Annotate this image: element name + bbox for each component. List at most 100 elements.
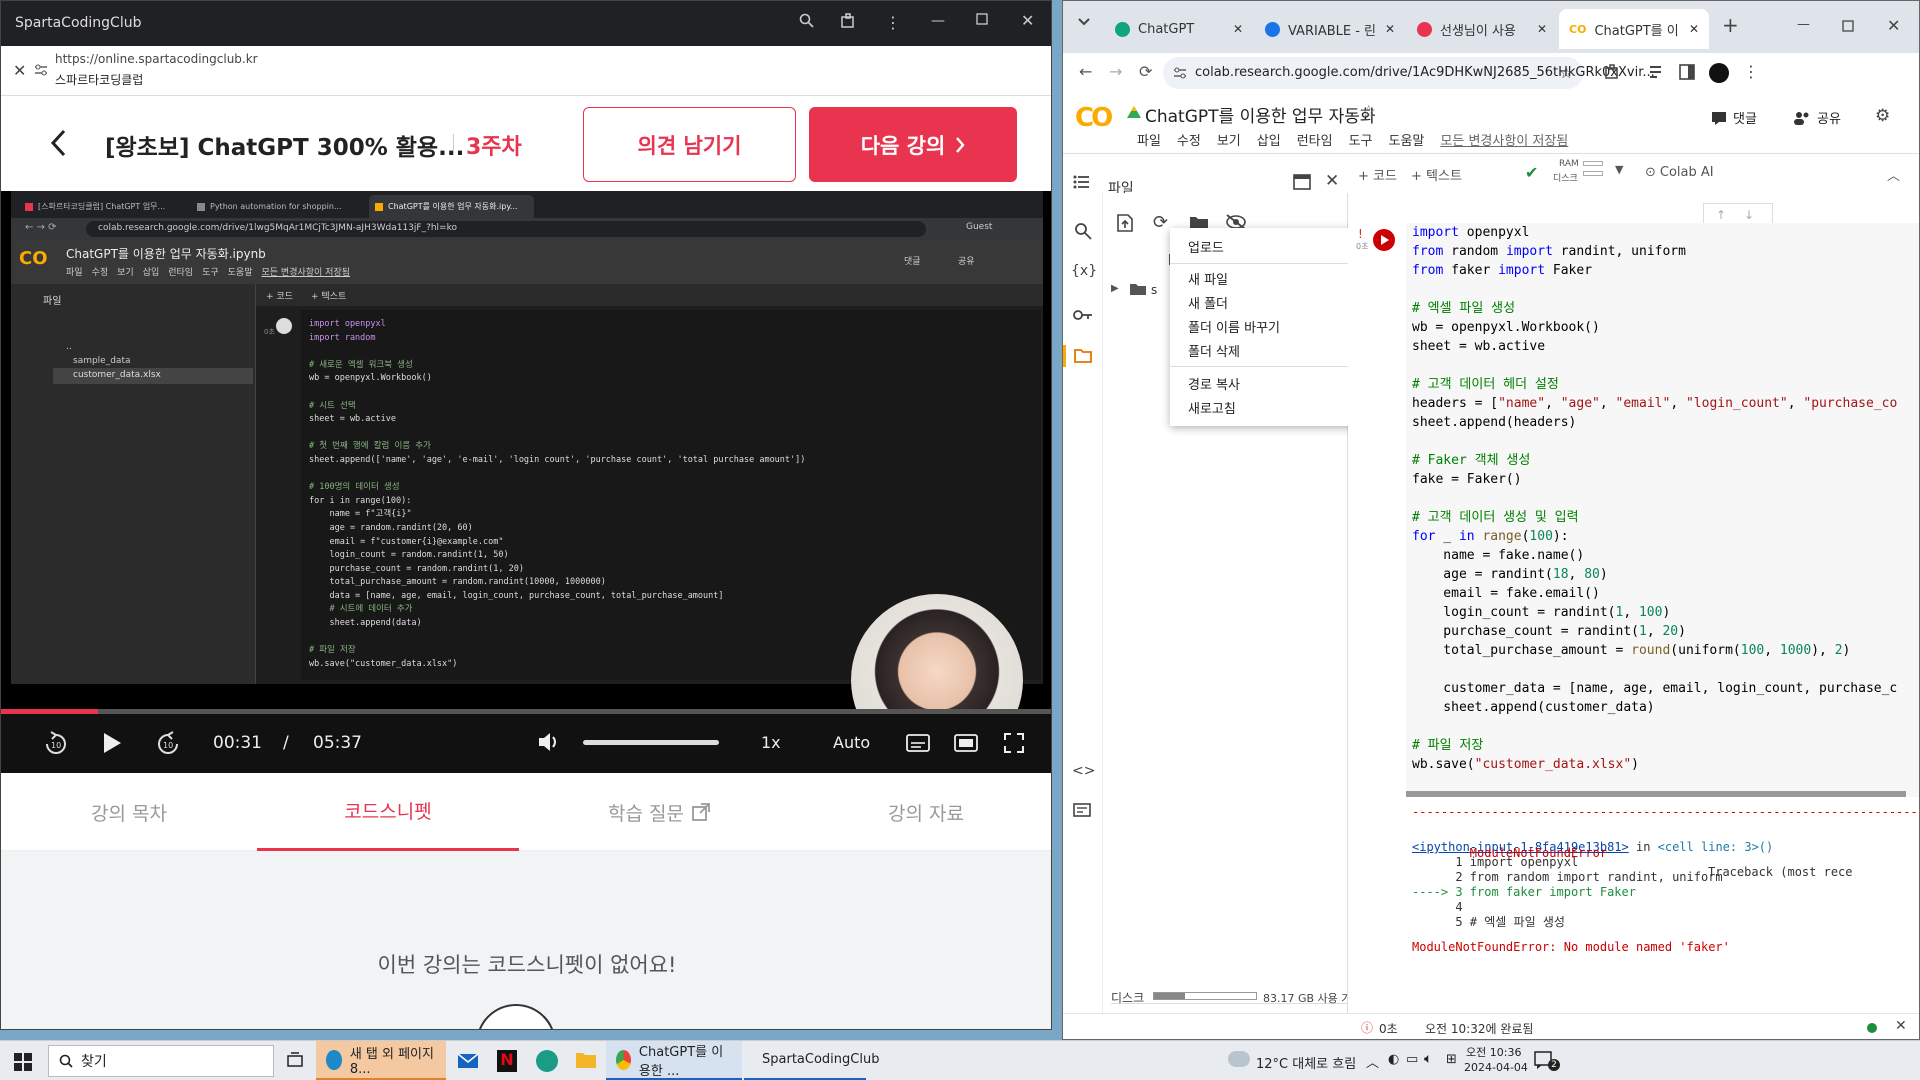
- close-tab-icon[interactable]: ✕: [1537, 22, 1547, 36]
- menu-refresh[interactable]: 새로고침: [1170, 395, 1360, 419]
- saved-status[interactable]: 모든 변경사항이 저장됨: [1440, 130, 1568, 149]
- horizontal-scrollbar[interactable]: [1406, 791, 1906, 797]
- comment-button[interactable]: 댓글: [1711, 108, 1757, 127]
- close-app-icon[interactable]: ✕: [13, 61, 26, 80]
- speaker-icon[interactable]: 🔈︎: [1424, 1051, 1432, 1067]
- close-status-icon[interactable]: ✕: [1895, 1018, 1907, 1034]
- notebook-title[interactable]: ChatGPT를 이용한 업무 자동화: [1145, 102, 1376, 127]
- zoom-icon[interactable]: [799, 13, 815, 29]
- browser-tab[interactable]: 선생님이 사용 ✕: [1407, 9, 1557, 49]
- forward-10-icon[interactable]: 10: [155, 731, 181, 757]
- clock-time[interactable]: 오전 10:36: [1466, 1044, 1521, 1060]
- settings-gear-icon[interactable]: ⚙: [1875, 106, 1890, 126]
- forward-icon[interactable]: →: [1109, 62, 1122, 81]
- add-text-button[interactable]: + 텍스트: [1411, 165, 1462, 184]
- taskbar-chrome-app[interactable]: ChatGPT를 이용한 ...: [606, 1041, 742, 1080]
- menu-insert[interactable]: 삽입: [1257, 130, 1281, 149]
- tab-questions[interactable]: 학습 질문: [519, 773, 799, 851]
- close-tab-icon[interactable]: ✕: [1385, 22, 1395, 36]
- extension-icon[interactable]: [839, 12, 857, 30]
- menu-upload[interactable]: 업로드: [1170, 232, 1360, 261]
- maximize-icon[interactable]: [1842, 20, 1854, 32]
- tray-chevron-icon[interactable]: ︿: [1366, 1052, 1379, 1071]
- close-icon[interactable]: ✕: [1887, 16, 1900, 35]
- close-tab-icon[interactable]: ✕: [1689, 22, 1699, 36]
- more-menu-icon[interactable]: ⋮: [885, 13, 901, 32]
- taskbar-edge-app[interactable]: 새 탭 외 페이지 8...: [316, 1041, 446, 1080]
- tree-folder-label[interactable]: s: [1151, 283, 1157, 297]
- volume-slider[interactable]: [583, 740, 719, 745]
- feedback-button[interactable]: 의견 남기기: [583, 107, 796, 182]
- code-snippets-icon[interactable]: <>: [1072, 763, 1095, 779]
- tab-table-of-contents[interactable]: 강의 목차: [1, 773, 257, 851]
- run-cell-button[interactable]: [1373, 229, 1395, 251]
- menu-tools[interactable]: 도구: [1349, 130, 1373, 149]
- secrets-key-icon[interactable]: [1073, 309, 1093, 321]
- maximize-icon[interactable]: [976, 13, 988, 25]
- refresh-icon[interactable]: ⟳: [1153, 212, 1168, 233]
- tray-app-icon[interactable]: ◐: [1388, 1052, 1399, 1067]
- back-arrow-icon[interactable]: [49, 128, 67, 158]
- close-panel-icon[interactable]: ✕: [1325, 171, 1339, 191]
- task-view-icon[interactable]: [286, 1052, 304, 1070]
- search-icon[interactable]: [1074, 222, 1092, 240]
- windows-start-icon[interactable]: [14, 1053, 32, 1071]
- minimize-icon[interactable]: —: [1797, 17, 1810, 32]
- share-button[interactable]: 공유: [1793, 108, 1841, 127]
- netflix-icon[interactable]: N: [497, 1050, 517, 1072]
- weather-text[interactable]: 12°C 대체로 흐림: [1256, 1053, 1356, 1072]
- chrome-menu-icon[interactable]: ⋮: [1743, 62, 1759, 81]
- taskbar-search[interactable]: 찾기: [48, 1045, 274, 1077]
- menu-help[interactable]: 도움말: [1389, 130, 1425, 149]
- reload-icon[interactable]: ⟳: [1139, 62, 1152, 81]
- star-icon[interactable]: ☆: [1361, 102, 1376, 122]
- site-info-icon[interactable]: [1173, 66, 1187, 80]
- play-icon[interactable]: [101, 731, 123, 755]
- fullscreen-icon[interactable]: [1004, 733, 1024, 753]
- network-icon[interactable]: ▭: [1406, 1052, 1418, 1067]
- files-folder-icon[interactable]: [1074, 348, 1092, 363]
- next-lecture-button[interactable]: 다음 강의: [809, 107, 1017, 182]
- taskbar-sparta-app[interactable]: SpartaCodingClub: [744, 1041, 879, 1080]
- video-player[interactable]: [스파르타코딩클럽] ChatGPT 업무... Python automati…: [1, 191, 1051, 773]
- menu-rename-folder[interactable]: 폴더 이름 바꾸기: [1170, 314, 1360, 338]
- variables-icon[interactable]: {x}: [1071, 263, 1097, 279]
- theater-mode-icon[interactable]: [954, 734, 978, 752]
- tab-code-snippet[interactable]: 코드스니펫: [257, 773, 519, 851]
- open-in-tab-icon[interactable]: [1293, 174, 1311, 190]
- menu-new-folder[interactable]: 새 폴더: [1170, 290, 1360, 314]
- bookmark-star-icon[interactable]: ☆: [1559, 63, 1573, 82]
- tab-search-icon[interactable]: [1077, 17, 1091, 27]
- browser-tab-active[interactable]: CO ChatGPT를 이 ✕: [1559, 9, 1709, 49]
- site-settings-icon[interactable]: [34, 63, 48, 77]
- extensions-icon[interactable]: [1603, 63, 1621, 81]
- omnibox[interactable]: colab.research.google.com/drive/1Ac9DHKw…: [1163, 57, 1655, 89]
- menu-runtime[interactable]: 런타임: [1297, 130, 1333, 149]
- browser-tab[interactable]: ChatGPT ✕: [1105, 9, 1253, 49]
- move-down-icon[interactable]: ↓: [1744, 208, 1754, 222]
- colab-ai-button[interactable]: ⊙ Colab AI: [1645, 165, 1714, 180]
- back-icon[interactable]: ←: [1079, 62, 1092, 81]
- subtitles-icon[interactable]: [906, 734, 930, 752]
- collapse-header-icon[interactable]: ︿: [1887, 165, 1900, 184]
- close-tab-icon[interactable]: ✕: [1233, 22, 1243, 36]
- app-icon[interactable]: [536, 1050, 558, 1072]
- runtime-dropdown-icon[interactable]: ▼: [1615, 163, 1623, 176]
- menu-copy-path[interactable]: 경로 복사: [1170, 371, 1360, 395]
- video-progress-track[interactable]: [1, 709, 1051, 714]
- upload-file-icon[interactable]: [1117, 214, 1133, 232]
- file-explorer-icon[interactable]: [575, 1051, 597, 1069]
- toc-icon[interactable]: [1073, 175, 1089, 189]
- expand-triangle-icon[interactable]: ▶: [1111, 283, 1119, 294]
- minimize-icon[interactable]: —: [931, 13, 945, 29]
- quality-button[interactable]: Auto: [833, 733, 870, 752]
- volume-icon[interactable]: [537, 731, 561, 753]
- menu-file[interactable]: 파일: [1137, 130, 1161, 149]
- speed-button[interactable]: 1x: [761, 733, 781, 752]
- new-tab-icon[interactable]: +: [1722, 13, 1739, 37]
- side-panel-icon[interactable]: [1679, 64, 1695, 80]
- move-up-icon[interactable]: ↑: [1716, 208, 1726, 222]
- menu-new-file[interactable]: 새 파일: [1170, 266, 1360, 290]
- menu-delete-folder[interactable]: 폴더 삭제: [1170, 338, 1360, 362]
- browser-tab[interactable]: VARIABLE - 린 ✕: [1255, 9, 1405, 49]
